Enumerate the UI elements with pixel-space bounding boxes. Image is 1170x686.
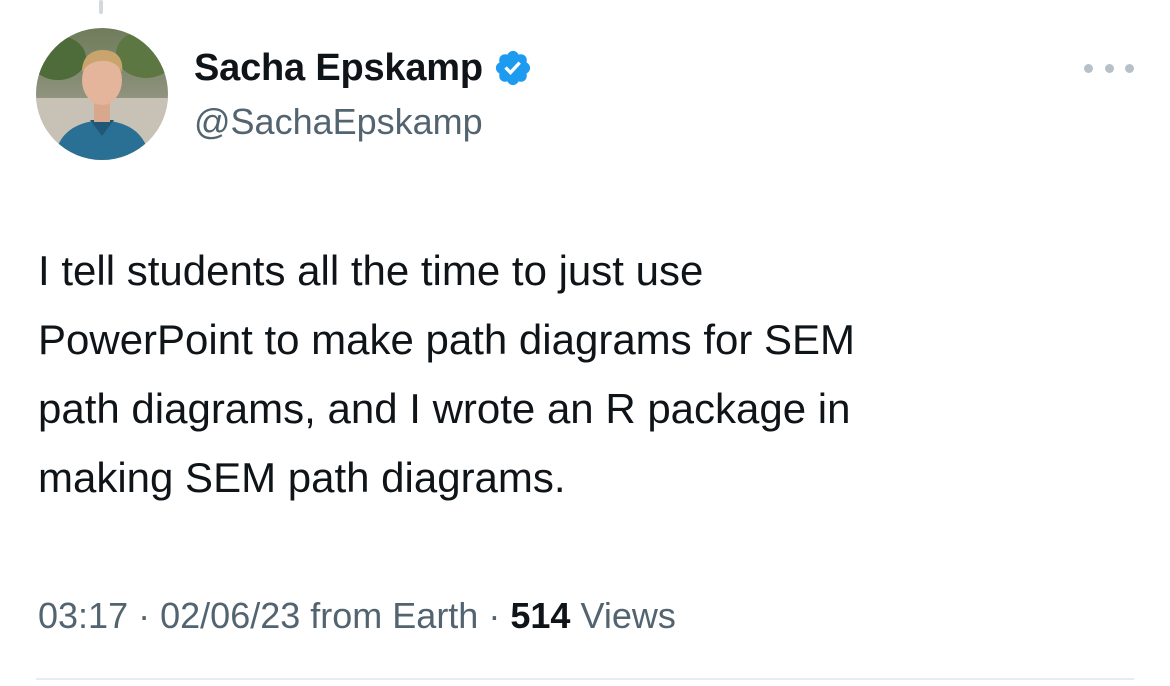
divider [36,678,1134,680]
avatar[interactable] [36,28,168,160]
more-dot [1104,63,1114,73]
tweet-metadata: 03:17 · 02/06/23 from Earth · 514 Views [38,592,676,640]
meta-separator: · [138,595,151,636]
tweet-text-line: making SEM path diagrams. [38,454,566,501]
more-options-icon[interactable] [1084,54,1134,82]
views-link[interactable]: 514 Views [510,595,675,636]
views-label: Views [580,595,676,636]
tweet-time[interactable]: 03:17 [38,595,128,636]
tweet-text-line: PowerPoint to make path diagrams for SEM [38,316,856,363]
verified-badge-icon[interactable] [493,48,533,88]
avatar-photo-icon [36,28,168,160]
tweet-text-line: path diagrams, and I wrote an R package … [38,385,851,432]
tweet-date[interactable]: 02/06/23 [160,595,300,636]
more-dot [1084,63,1093,73]
author-display-name[interactable]: Sacha Epskamp [194,46,483,90]
author-name-row[interactable]: Sacha Epskamp [194,46,533,90]
meta-separator: · [488,595,501,636]
tweet-text-line: I tell students all the time to just use [38,247,704,294]
thread-connector-line [99,0,103,14]
tweet-text: I tell students all the time to just use… [38,236,1128,512]
more-dot [1125,63,1134,73]
tweet-source: from Earth [310,595,479,636]
author-handle[interactable]: @SachaEpskamp [194,101,483,143]
views-count: 514 [510,595,571,636]
